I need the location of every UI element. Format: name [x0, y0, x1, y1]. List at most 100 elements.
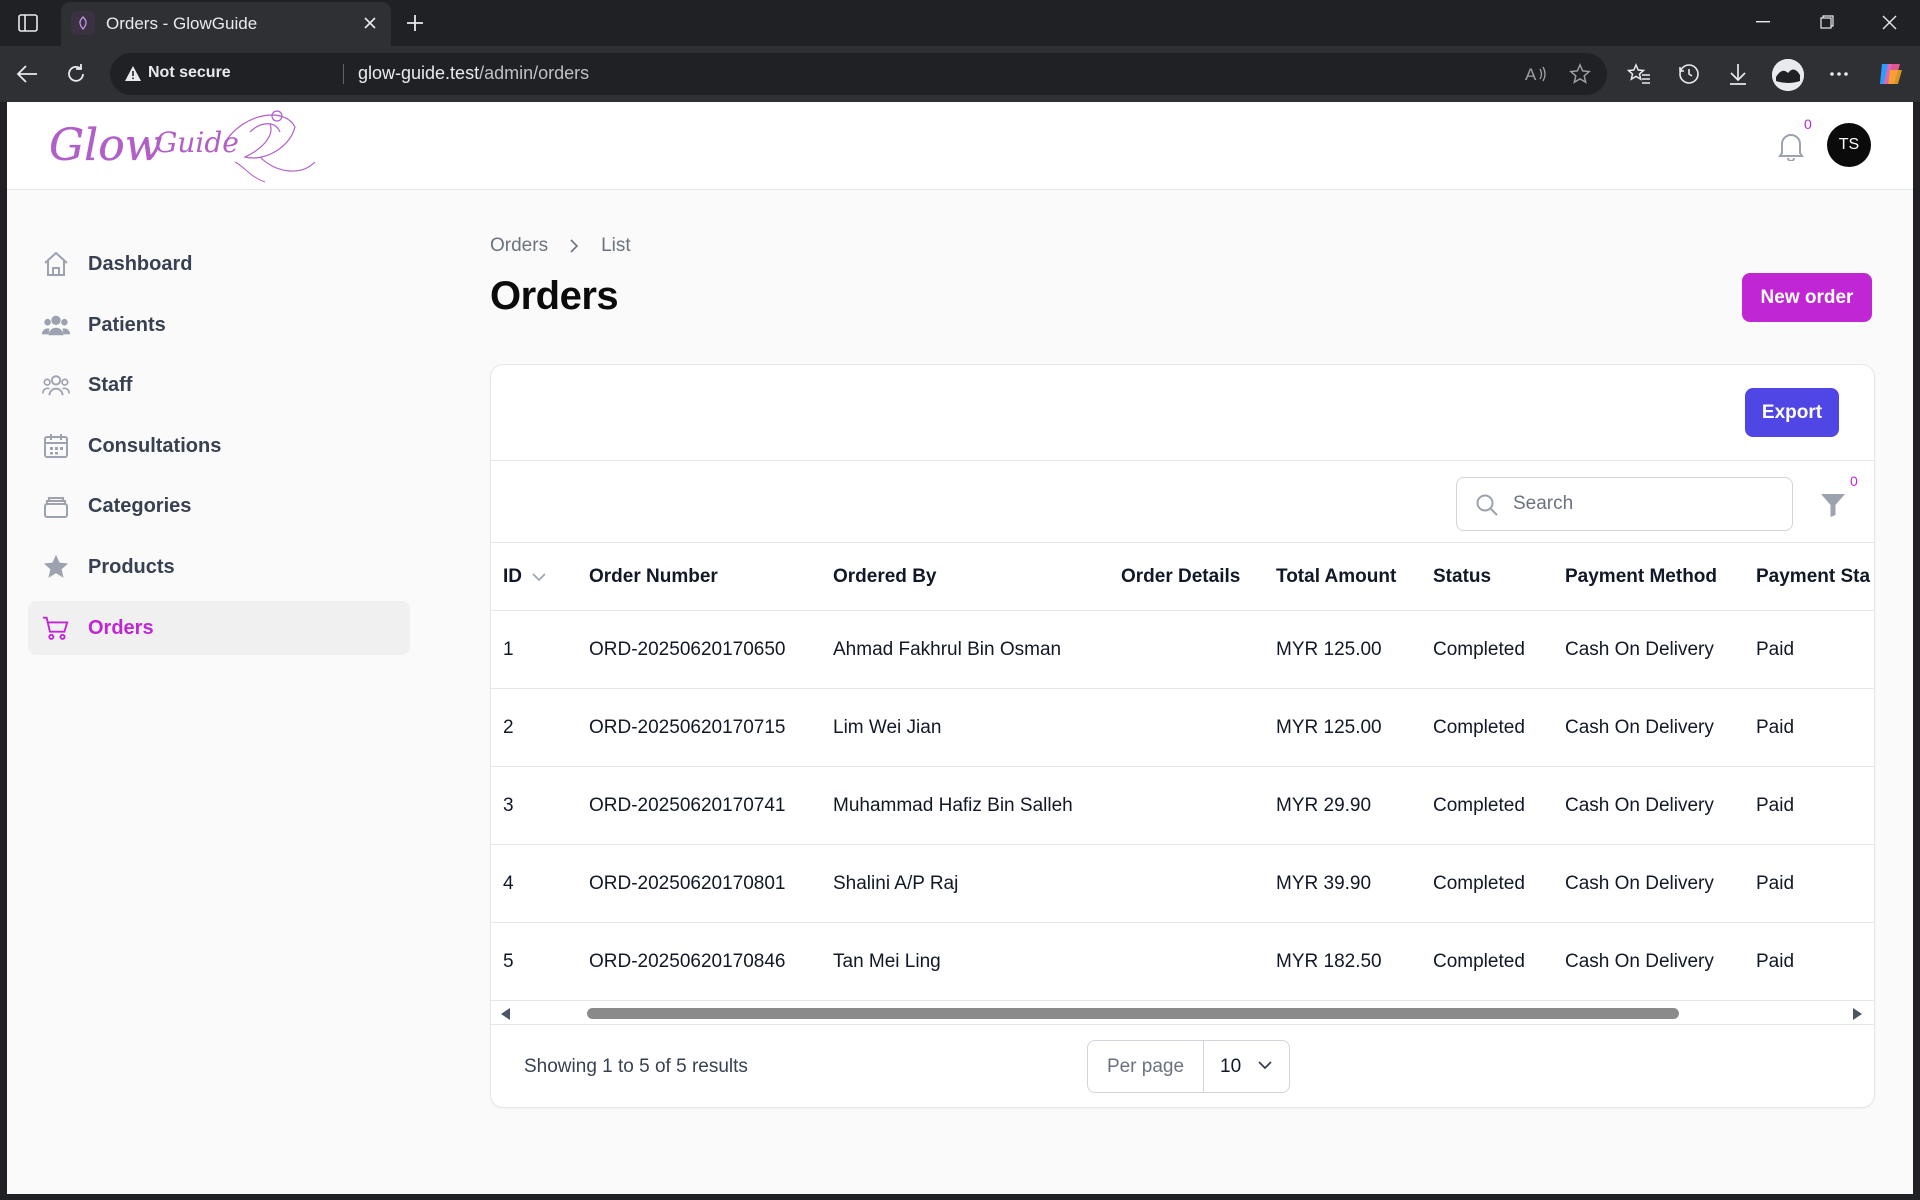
export-button[interactable]: Export [1745, 388, 1839, 437]
sidebar-item-label: Staff [88, 374, 133, 397]
cell-payment-method: Cash On Delivery [1565, 873, 1714, 894]
sidebar-item-label: Categories [88, 495, 192, 518]
browser-toolbar: Not secure glow-guide.test/admin/orders … [0, 46, 1920, 102]
close-window-icon[interactable] [1858, 0, 1920, 44]
cell-payment-status: Paid [1756, 873, 1795, 894]
more-options-icon[interactable] [1823, 58, 1855, 90]
favorites-icon[interactable] [1623, 58, 1655, 90]
table-row[interactable]: 5 ORD-20250620170846 Tan Mei Ling MYR 18… [491, 923, 1874, 1001]
search-icon [1475, 493, 1499, 522]
users-icon [42, 311, 70, 339]
read-aloud-icon[interactable]: A [1524, 62, 1548, 86]
close-tab-icon[interactable] [359, 12, 381, 34]
new-order-button[interactable]: New order [1742, 273, 1872, 322]
browser-tab[interactable]: Orders - GlowGuide [61, 2, 391, 46]
url-host: glow-guide.test [358, 63, 480, 83]
cell-status: Completed [1433, 873, 1525, 894]
reload-icon[interactable] [60, 58, 92, 90]
cell-payment-status: Paid [1756, 639, 1795, 660]
downloads-icon[interactable] [1722, 58, 1754, 90]
table-row[interactable]: 3 ORD-20250620170741 Muhammad Hafiz Bin … [491, 767, 1874, 845]
browser-profile-avatar[interactable] [1772, 59, 1804, 91]
scrollbar-thumb[interactable] [587, 1008, 1679, 1019]
sidebar-item-patients[interactable]: Patients [28, 298, 410, 352]
table-pagination: Showing 1 to 5 of 5 results Per page 10 [491, 1025, 1874, 1107]
cell-ordered-by: Shalini A/P Raj [833, 873, 959, 894]
table-header-row: ID Order Number Ordered By Order Details… [491, 543, 1874, 611]
horizontal-scrollbar[interactable] [491, 1001, 1874, 1025]
sidebar-item-staff[interactable]: Staff [28, 358, 410, 412]
cell-payment-status: Paid [1756, 951, 1795, 972]
restore-window-icon[interactable] [1796, 0, 1858, 44]
back-arrow-icon[interactable] [11, 58, 43, 90]
card-header: Export [491, 365, 1874, 461]
copilot-icon[interactable] [1874, 58, 1906, 90]
orders-table: ID Order Number Ordered By Order Details… [491, 543, 1874, 1001]
chevron-down-icon [532, 566, 546, 588]
cell-payment-method: Cash On Delivery [1565, 717, 1714, 738]
orders-table-card: Export Search 0 ID Order Number Ordered … [490, 364, 1875, 1108]
table-row[interactable]: 4 ORD-20250620170801 Shalini A/P Raj MYR… [491, 845, 1874, 923]
svg-text:Guide: Guide [155, 126, 239, 159]
notifications-bell-icon[interactable] [1774, 129, 1808, 163]
window-bottom-edge [0, 1194, 1920, 1200]
column-header-status[interactable]: Status [1433, 566, 1491, 588]
tab-title: Orders - GlowGuide [106, 14, 258, 33]
layers-icon [42, 492, 70, 520]
sidebar-item-orders[interactable]: Orders [28, 600, 410, 655]
sidebar-item-label: Patients [88, 313, 166, 336]
svg-text:A: A [1525, 65, 1537, 84]
column-header-order-details[interactable]: Order Details [1121, 566, 1240, 588]
not-secure-label[interactable]: Not secure [148, 64, 231, 82]
filter-icon[interactable] [1818, 490, 1848, 520]
table-row[interactable]: 1 ORD-20250620170650 Ahmad Fakhrul Bin O… [491, 611, 1874, 689]
per-page-select[interactable]: Per page 10 [1087, 1040, 1290, 1093]
cell-ordered-by: Tan Mei Ling [833, 951, 941, 972]
cell-status: Completed [1433, 951, 1525, 972]
cell-id: 3 [503, 795, 514, 816]
column-header-label: ID [503, 566, 522, 588]
table-row[interactable]: 2 ORD-20250620170715 Lim Wei Jian MYR 12… [491, 689, 1874, 767]
cell-payment-status: Paid [1756, 717, 1795, 738]
address-bar[interactable]: Not secure glow-guide.test/admin/orders … [110, 53, 1607, 95]
column-header-payment-status[interactable]: Payment Sta [1756, 566, 1870, 588]
star-icon [42, 553, 70, 581]
history-icon[interactable] [1673, 58, 1705, 90]
sidebar-item-consultations[interactable]: Consultations [28, 419, 410, 473]
minimize-window-icon[interactable] [1732, 0, 1794, 44]
favorite-star-icon[interactable] [1568, 62, 1592, 86]
home-icon [42, 250, 70, 278]
column-header-id[interactable]: ID [503, 566, 546, 588]
breadcrumb-current: List [601, 235, 631, 256]
sidebar-item-categories[interactable]: Categories [28, 479, 410, 533]
cell-payment-method: Cash On Delivery [1565, 951, 1714, 972]
column-header-payment-method[interactable]: Payment Method [1565, 566, 1717, 588]
column-header-order-number[interactable]: Order Number [589, 566, 718, 588]
glowguide-logo[interactable]: Glow Guide [45, 102, 335, 194]
cell-status: Completed [1433, 639, 1525, 660]
scroll-right-arrow-icon[interactable] [1852, 1007, 1862, 1025]
cell-total-amount: MYR 39.90 [1276, 873, 1372, 894]
staff-icon [42, 371, 70, 399]
cell-id: 1 [503, 639, 514, 660]
table-toolbar: Search 0 [491, 461, 1874, 543]
tab-actions-icon[interactable] [15, 10, 41, 36]
cell-order-number: ORD-20250620170715 [589, 717, 786, 738]
page-title: Orders [490, 274, 619, 318]
breadcrumb-orders-link[interactable]: Orders [490, 235, 548, 257]
cell-status: Completed [1433, 795, 1525, 816]
scroll-left-arrow-icon[interactable] [501, 1007, 511, 1025]
cell-status: Completed [1433, 717, 1525, 738]
sidebar-item-products[interactable]: Products [28, 540, 410, 594]
svg-text:Glow: Glow [49, 120, 162, 171]
cell-ordered-by: Muhammad Hafiz Bin Salleh [833, 795, 1073, 816]
new-tab-icon[interactable] [402, 10, 428, 36]
url-text[interactable]: glow-guide.test/admin/orders [358, 63, 589, 84]
column-header-total-amount[interactable]: Total Amount [1276, 566, 1396, 588]
user-avatar[interactable]: TS [1827, 123, 1871, 167]
sidebar-item-dashboard[interactable]: Dashboard [28, 237, 410, 291]
notification-count-badge: 0 [1804, 116, 1812, 132]
calendar-icon [42, 432, 70, 460]
column-header-ordered-by[interactable]: Ordered By [833, 566, 936, 588]
search-input[interactable]: Search [1456, 477, 1793, 531]
